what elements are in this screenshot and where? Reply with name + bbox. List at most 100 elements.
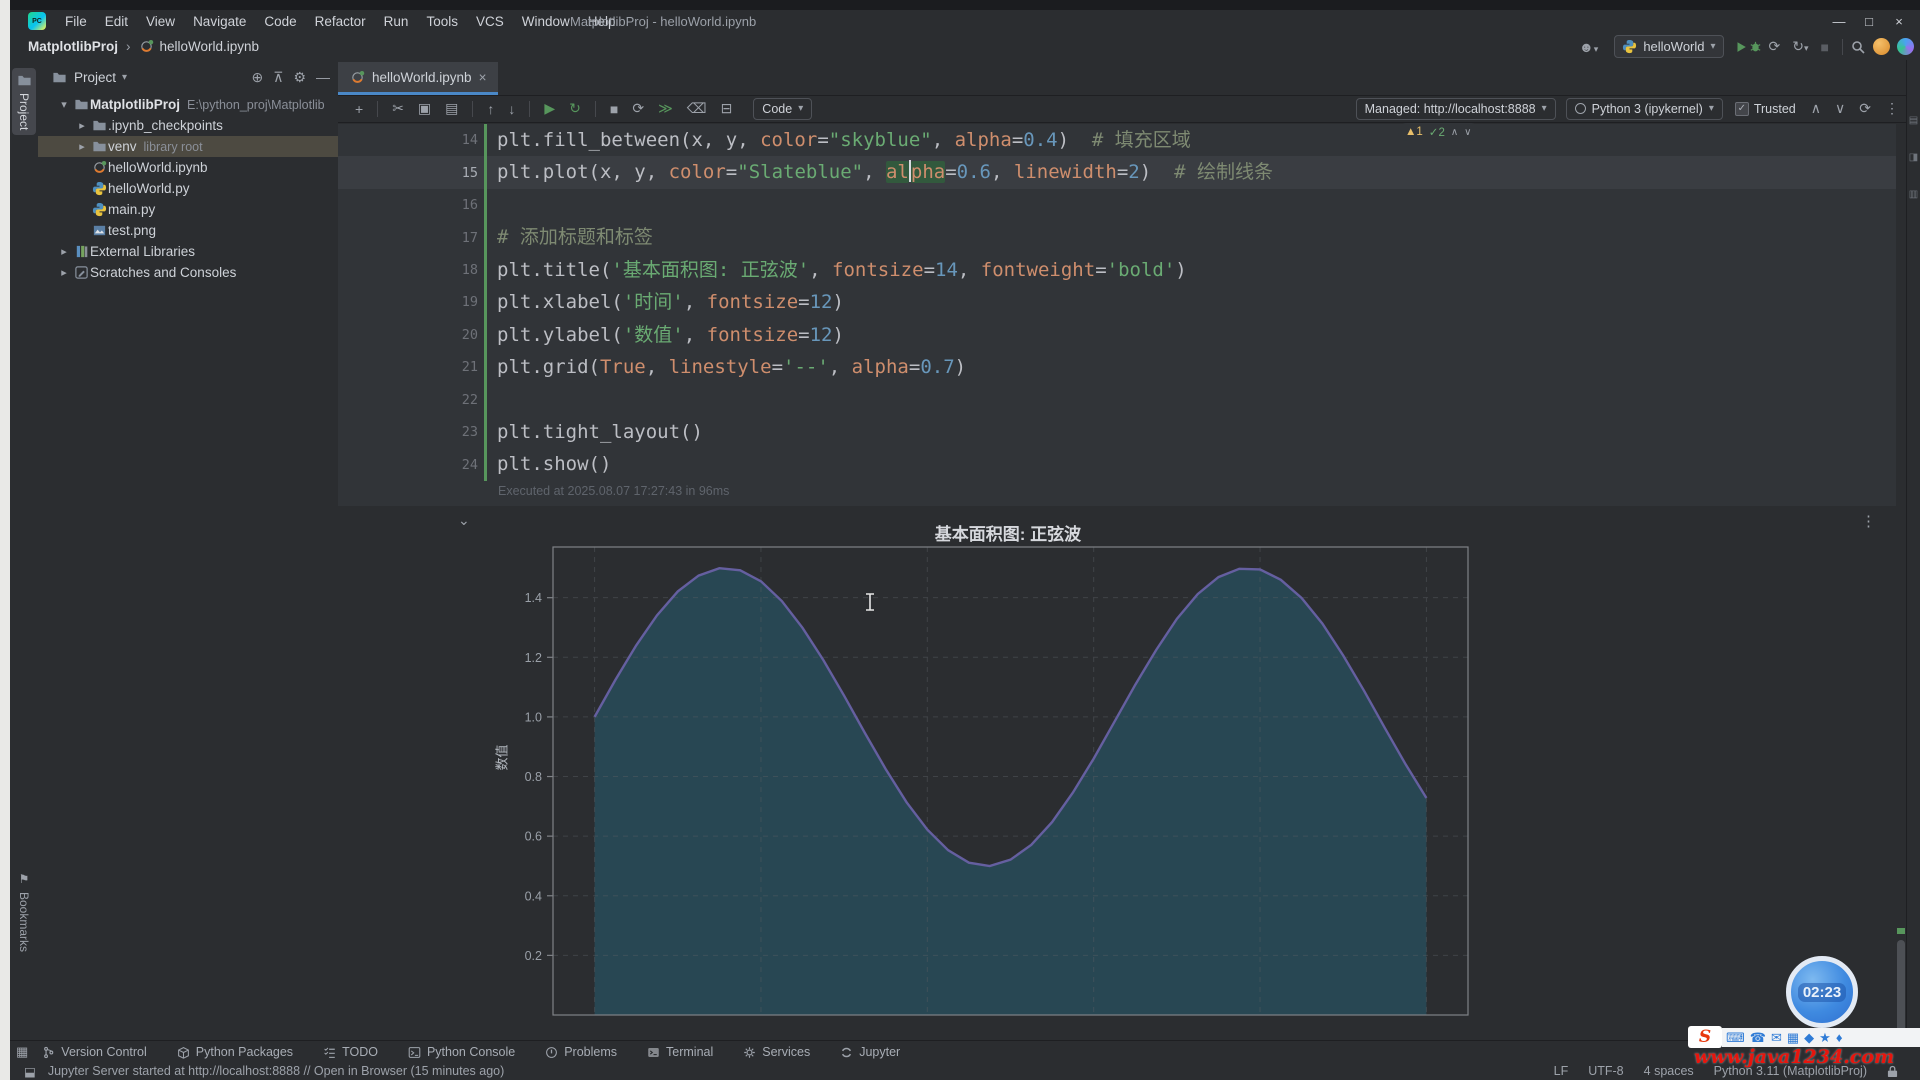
settings-gradient-icon[interactable] xyxy=(1897,38,1914,55)
restart-kernel-icon[interactable]: ⟳ xyxy=(625,100,651,117)
menu-tools[interactable]: Tools xyxy=(417,10,467,33)
tree-chevron-icon[interactable]: ▸ xyxy=(56,245,72,258)
code-line-15[interactable]: 15plt.plot(x, y, color="Slateblue", alph… xyxy=(338,156,1896,188)
toolwindow-todo[interactable]: TODO xyxy=(323,1045,378,1059)
toolwindow-jupyter[interactable]: Jupyter xyxy=(840,1045,900,1059)
run-with-coverage-button[interactable]: ↻▾ xyxy=(1786,38,1814,55)
tree-chevron-icon[interactable]: ▸ xyxy=(56,266,72,279)
maximize-button[interactable]: □ xyxy=(1854,10,1884,33)
code-line-16[interactable]: 16 xyxy=(338,189,1896,221)
tree-item-scratches-and-consoles[interactable]: ▸Scratches and Consoles xyxy=(38,262,338,283)
right-stripe-icon-2[interactable]: ▥ xyxy=(1909,189,1918,200)
next-cell-icon[interactable]: ∨ xyxy=(1828,100,1852,117)
inspections-widget[interactable]: ▲1 ✓2 ∧ ∨ xyxy=(1398,123,1479,141)
menu-navigate[interactable]: Navigate xyxy=(184,10,255,33)
avatar[interactable] xyxy=(1873,38,1890,55)
output-options-kebab-icon[interactable]: ⋮ xyxy=(1861,512,1876,530)
prev-cell-icon[interactable]: ∧ xyxy=(1804,100,1828,117)
delete-cell-icon[interactable]: ⊟ xyxy=(714,100,740,117)
tree-item-test-png[interactable]: test.png xyxy=(38,220,338,241)
tree-chevron-icon[interactable]: ▸ xyxy=(74,119,90,132)
breadcrumb-file[interactable]: helloWorld.ipynb xyxy=(160,39,260,54)
search-everywhere-icon[interactable] xyxy=(1850,39,1866,55)
panel-options-gear-icon[interactable]: ⚙ xyxy=(293,69,306,86)
toolwindow-problems[interactable]: Problems xyxy=(545,1045,617,1059)
encoding-widget[interactable]: UTF-8 xyxy=(1588,1064,1623,1078)
more-options-kebab-icon[interactable]: ⋮ xyxy=(1878,100,1906,117)
status-message[interactable]: Jupyter Server started at http://localho… xyxy=(48,1064,504,1078)
trusted-checkbox[interactable]: ✓ Trusted xyxy=(1735,102,1796,116)
stop-kernel-icon[interactable]: ■ xyxy=(603,101,625,117)
code-line-21[interactable]: 21plt.grid(True, linestyle='--', alpha=0… xyxy=(338,351,1896,383)
code-line-14[interactable]: 14plt.fill_between(x, y, color="skyblue"… xyxy=(338,124,1896,156)
line-ending-widget[interactable]: LF xyxy=(1554,1064,1569,1078)
minimize-button[interactable]: — xyxy=(1824,10,1854,33)
breadcrumb-project[interactable]: MatplotlibProj xyxy=(28,39,118,54)
tree-item--ipynb-checkpoints[interactable]: ▸.ipynb_checkpoints xyxy=(38,115,338,136)
tab-helloworld-ipynb[interactable]: helloWorld.ipynb × xyxy=(338,62,498,95)
right-stripe-icon-0[interactable]: ▤ xyxy=(1909,115,1918,126)
indent-widget[interactable]: 4 spaces xyxy=(1644,1064,1694,1078)
tree-chevron-icon[interactable]: ▾ xyxy=(56,98,72,111)
jupyter-server-select[interactable]: Managed: http://localhost:8888 ▾ xyxy=(1356,98,1556,120)
code-line-19[interactable]: 19plt.xlabel('时间', fontsize=12) xyxy=(338,286,1896,318)
cell-type-select[interactable]: Code ▾ xyxy=(753,98,812,120)
run-button[interactable] xyxy=(1734,40,1748,54)
tree-item-helloworld-ipynb[interactable]: helloWorld.ipynb xyxy=(38,157,338,178)
chevron-down-icon[interactable]: ∨ xyxy=(1464,127,1471,138)
debug-button[interactable] xyxy=(1748,39,1763,54)
move-cell-down-icon[interactable]: ↓ xyxy=(501,101,522,117)
project-panel-title[interactable]: Project xyxy=(74,70,116,85)
menu-file[interactable]: File xyxy=(56,10,96,33)
profile-button[interactable]: ⟳ xyxy=(1763,38,1787,55)
toolwindow-version-control[interactable]: Version Control xyxy=(42,1045,146,1059)
paste-cell-icon[interactable]: ▤ xyxy=(438,100,465,117)
tree-item-external-libraries[interactable]: ▸External Libraries xyxy=(38,241,338,262)
run-configuration-select[interactable]: helloWorld ▾ xyxy=(1614,35,1723,58)
code-line-24[interactable]: 24plt.show() xyxy=(338,448,1896,480)
tool-stripe-bookmarks-tab[interactable]: ⚑ Bookmarks xyxy=(12,872,36,952)
kernel-select[interactable]: Python 3 (ipykernel) ▾ xyxy=(1566,98,1723,120)
code-line-20[interactable]: 20plt.ylabel('数值', fontsize=12) xyxy=(338,319,1896,351)
user-account-icon[interactable]: ☻▾ xyxy=(1573,39,1604,55)
code-line-22[interactable]: 22 xyxy=(338,384,1896,416)
tree-item-matplotlibproj[interactable]: ▾MatplotlibProjE:\python_proj\Matplotlib xyxy=(38,94,338,115)
menu-edit[interactable]: Edit xyxy=(96,10,137,33)
add-cell-icon[interactable]: + xyxy=(348,101,370,117)
menu-refactor[interactable]: Refactor xyxy=(306,10,375,33)
tool-windows-grid-icon[interactable]: ▦ xyxy=(16,1044,28,1060)
tree-item-main-py[interactable]: main.py xyxy=(38,199,338,220)
run-all-icon[interactable]: ↻ xyxy=(562,100,588,117)
tool-stripe-project-tab[interactable]: Project xyxy=(12,68,36,135)
run-cell-icon[interactable]: ▶ xyxy=(537,100,562,117)
clear-outputs-icon[interactable]: ⌫ xyxy=(680,100,714,117)
toolwindow-python-console[interactable]: Python Console xyxy=(408,1045,515,1059)
tree-item-helloworld-py[interactable]: helloWorld.py xyxy=(38,178,338,199)
menu-code[interactable]: Code xyxy=(255,10,305,33)
collapse-output-icon[interactable]: ⌄ xyxy=(458,512,470,529)
tree-chevron-icon[interactable]: ▸ xyxy=(74,140,90,153)
chevron-up-icon[interactable]: ∧ xyxy=(1451,127,1458,138)
toolwindow-services[interactable]: Services xyxy=(743,1045,810,1059)
refresh-icon[interactable]: ⟳ xyxy=(1852,100,1878,117)
menu-run[interactable]: Run xyxy=(375,10,418,33)
menu-vcs[interactable]: VCS xyxy=(467,10,513,33)
editor-scrollbar[interactable] xyxy=(1897,940,1905,1032)
tab-close-icon[interactable]: × xyxy=(479,70,487,85)
right-stripe-icon-1[interactable]: ◨ xyxy=(1909,152,1918,163)
cut-cell-icon[interactable]: ✂ xyxy=(385,100,411,117)
hide-panel-icon[interactable]: — xyxy=(316,69,330,85)
run-all-below-icon[interactable]: ≫ xyxy=(651,100,680,117)
menu-window[interactable]: Window xyxy=(513,10,579,33)
pycharm-logo-icon[interactable]: PC xyxy=(28,12,46,30)
menu-view[interactable]: View xyxy=(137,10,184,33)
toolwindow-python-packages[interactable]: Python Packages xyxy=(177,1045,293,1059)
collapse-all-icon[interactable]: ⊼ xyxy=(273,69,283,86)
copy-cell-icon[interactable]: ▣ xyxy=(411,100,438,117)
stop-button[interactable]: ■ xyxy=(1815,39,1835,55)
code-cell[interactable]: 14plt.fill_between(x, y, color="skyblue"… xyxy=(338,124,1896,506)
select-opened-file-icon[interactable]: ⊕ xyxy=(251,69,263,86)
move-cell-up-icon[interactable]: ↑ xyxy=(480,101,501,117)
tree-item-venv[interactable]: ▸venvlibrary root xyxy=(38,136,338,157)
close-button[interactable]: × xyxy=(1884,10,1914,33)
